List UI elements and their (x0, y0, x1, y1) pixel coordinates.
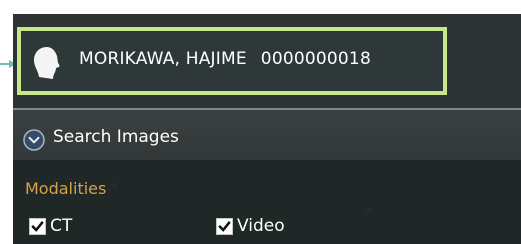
checkmark-icon (31, 220, 44, 232)
checkbox-checked-icon[interactable] (216, 217, 233, 235)
modality-video-label: Video (237, 216, 285, 236)
patient-banner-content: MORIKAWA, HAJIME 0000000018 (21, 31, 443, 91)
checkbox-checked-icon[interactable] (29, 217, 46, 235)
patient-identifier: MORIKAWA, HAJIME 0000000018 (79, 49, 371, 69)
chevron-down-circle-icon[interactable] (23, 129, 45, 151)
modality-video-checkbox[interactable]: Video (216, 216, 285, 236)
patient-banner[interactable]: MORIKAWA, HAJIME 0000000018 (17, 27, 447, 95)
modalities-label: Modalities (25, 179, 107, 198)
search-images-header[interactable]: Search Images (13, 110, 521, 160)
search-images-label: Search Images (53, 127, 179, 147)
patient-id: 0000000018 (260, 49, 371, 69)
modality-ct-checkbox[interactable]: CT (29, 216, 72, 236)
modality-ct-label: CT (50, 216, 73, 236)
patient-head-icon (34, 47, 60, 79)
checkmark-icon (218, 220, 231, 232)
patient-name: MORIKAWA, HAJIME (79, 49, 247, 69)
search-images-body: Modalities CT Video (13, 160, 521, 244)
